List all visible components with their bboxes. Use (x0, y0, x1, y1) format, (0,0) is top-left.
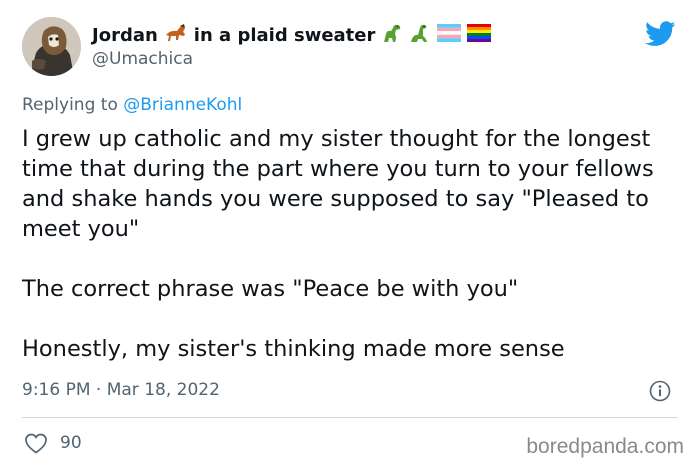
tweet-paragraph: The correct phrase was "Peace be with yo… (22, 276, 519, 302)
replying-to-handle[interactable]: @BrianneKohl (123, 95, 242, 115)
like-button[interactable]: 90 (24, 432, 82, 454)
watermark: boredpanda.com (526, 435, 684, 458)
author-handle[interactable]: @Umachica (92, 49, 193, 69)
heart-icon (25, 433, 47, 454)
author-name-suffix: in a plaid sweater (193, 24, 376, 46)
info-icon[interactable] (649, 380, 671, 402)
author-name[interactable]: Jordan (92, 25, 158, 46)
like-count: 90 (60, 433, 82, 453)
horse-emoji (164, 23, 188, 48)
avatar-image (22, 17, 81, 76)
tweet-timestamp[interactable]: 9:16 PM · Mar 18, 2022 (22, 380, 220, 400)
pride-flag-emoji (467, 23, 492, 47)
twitter-bird-icon[interactable] (645, 21, 676, 47)
tweet-paragraph: Honestly, my sister's thinking made more… (22, 336, 565, 362)
dinosaur-emoji (381, 22, 403, 49)
author-name-row[interactable]: Jordan in a plaid sweater (92, 22, 492, 49)
replying-to-line: Replying to @BrianneKohl (22, 95, 242, 115)
divider (22, 417, 678, 418)
trans-flag-emoji (437, 23, 462, 47)
tweet-paragraph: I grew up catholic and my sister thought… (22, 126, 654, 242)
dinosaur-emoji (409, 22, 431, 49)
avatar[interactable] (22, 17, 81, 76)
tweet-text: I grew up catholic and my sister thought… (22, 124, 672, 364)
replying-to-prefix: Replying to (22, 95, 118, 115)
